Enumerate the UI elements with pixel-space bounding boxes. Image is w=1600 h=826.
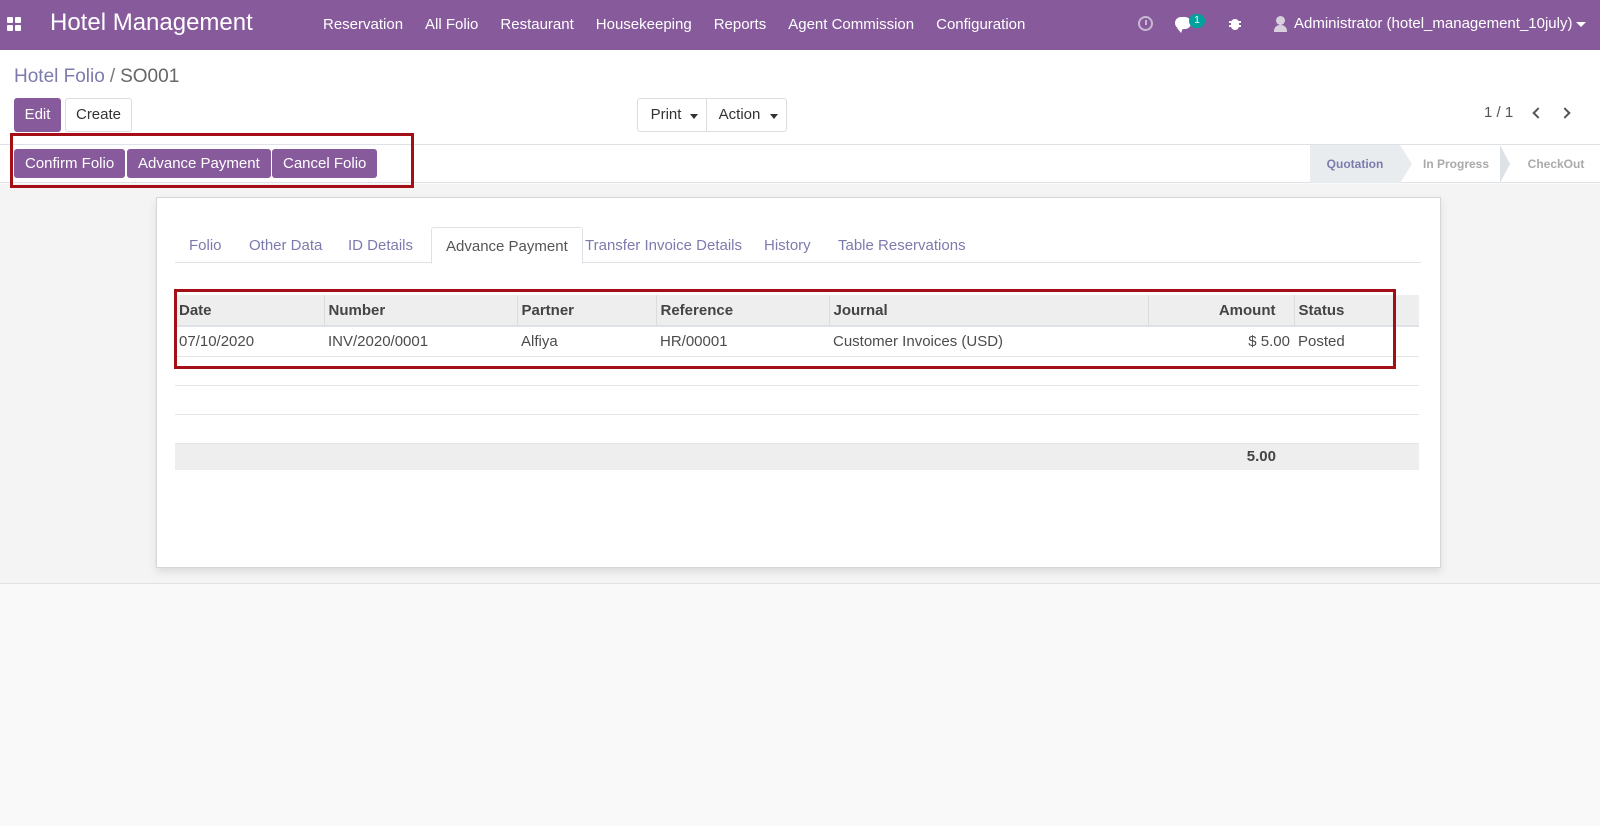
menu-item-restaurant[interactable]: Restaurant (489, 0, 584, 50)
main-menu: Reservation All Folio Restaurant Houseke… (312, 0, 1036, 50)
apps-menu-icon[interactable] (7, 17, 21, 31)
chevron-left-icon (1532, 107, 1544, 119)
user-menu-caret-icon[interactable] (1576, 22, 1586, 27)
control-panel: Hotel Folio / SO001 Edit Create Print Acti… (0, 50, 1600, 145)
pager-value[interactable]: 1 / 1 (1484, 104, 1513, 121)
edit-button[interactable]: Edit (14, 98, 61, 132)
form-sheet: Folio Other Data ID Details Advance Paym… (156, 197, 1441, 568)
tab-transfer-invoice-details[interactable]: Transfer Invoice Details (571, 227, 756, 264)
menu-item-reports[interactable]: Reports (703, 0, 778, 50)
stage-quotation[interactable]: Quotation (1310, 145, 1400, 183)
print-dropdown-button[interactable]: Print (637, 98, 707, 132)
pager-previous-button[interactable] (1527, 105, 1545, 123)
tab-other-data[interactable]: Other Data (235, 227, 336, 264)
print-label: Print (650, 106, 682, 123)
tab-advance-payment[interactable]: Advance Payment (431, 227, 583, 264)
breadcrumb: Hotel Folio / SO001 (14, 66, 179, 88)
print-caret-icon (690, 114, 698, 119)
breadcrumb-current-record: SO001 (120, 66, 180, 87)
create-button[interactable]: Create (65, 98, 132, 132)
tab-folio[interactable]: Folio (175, 227, 236, 264)
top-navbar: Hotel Management Reservation All Folio R… (0, 0, 1600, 50)
menu-item-housekeeping[interactable]: Housekeeping (585, 0, 703, 50)
chevron-right-icon (1559, 107, 1571, 119)
breadcrumb-hotel-folio-link[interactable]: Hotel Folio (14, 66, 105, 87)
breadcrumb-separator: / (109, 66, 116, 87)
action-caret-icon (770, 114, 778, 119)
menu-item-reservation[interactable]: Reservation (312, 0, 414, 50)
pager-next-button[interactable] (1558, 105, 1576, 123)
menu-item-agent-commission[interactable]: Agent Commission (777, 0, 925, 50)
tab-table-reservations[interactable]: Table Reservations (824, 227, 980, 264)
stage-arrow (1500, 145, 1510, 183)
menu-item-configuration[interactable]: Configuration (925, 0, 1036, 50)
empty-table-row (175, 385, 1419, 415)
table-total-row: 5.00 (175, 443, 1419, 470)
debug-bug-icon[interactable] (1229, 16, 1241, 31)
action-label: Action (718, 106, 761, 123)
highlight-box-payment-table (174, 289, 1396, 369)
tab-history[interactable]: History (750, 227, 825, 264)
action-dropdown-button[interactable]: Action (706, 98, 787, 132)
message-count-badge: 1 (1189, 14, 1205, 28)
tab-id-details[interactable]: ID Details (334, 227, 427, 264)
stage-checkout[interactable]: CheckOut (1512, 145, 1600, 183)
activity-clock-icon[interactable] (1138, 16, 1153, 31)
notebook-tabs: Folio Other Data ID Details Advance Paym… (175, 227, 1421, 264)
user-avatar-icon[interactable] (1274, 16, 1287, 32)
amount-total: 5.00 (1148, 443, 1294, 470)
user-menu-name[interactable]: Administrator (hotel_management_10july) (1294, 15, 1572, 32)
empty-table-row (175, 414, 1419, 444)
menu-item-all-folio[interactable]: All Folio (414, 0, 489, 50)
app-brand[interactable]: Hotel Management (50, 9, 253, 37)
stage-in-progress[interactable]: In Progress (1412, 145, 1500, 183)
stage-arrow (1400, 145, 1412, 183)
highlight-box-statusbar-buttons (10, 133, 414, 188)
